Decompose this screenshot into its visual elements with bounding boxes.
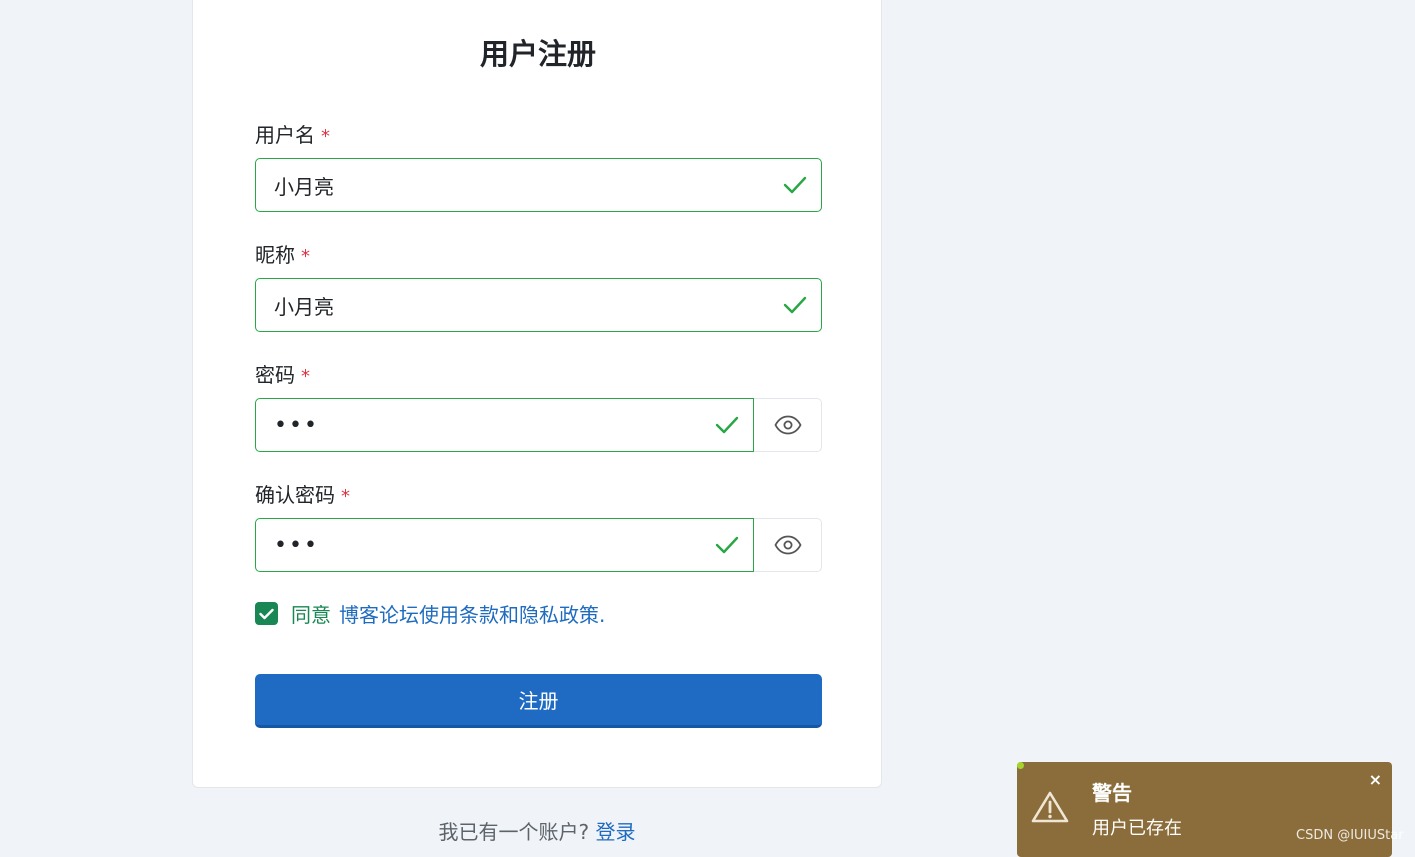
valid-check-icon (715, 536, 739, 554)
toggle-confirm-password-visibility-button[interactable] (754, 518, 822, 572)
password-label-text: 密码 (255, 363, 295, 387)
password-value: ••• (274, 412, 319, 438)
warning-triangle-icon (1031, 791, 1069, 823)
toggle-password-visibility-button[interactable] (754, 398, 822, 452)
password-label: 密码 * (255, 359, 310, 388)
checkmark-icon (259, 608, 274, 619)
eye-icon (773, 535, 802, 555)
nickname-label-text: 昵称 (255, 243, 295, 267)
valid-check-icon (783, 296, 807, 314)
toast-indicator-dot (1017, 762, 1024, 769)
register-button[interactable]: 注册 (255, 674, 822, 728)
username-label-text: 用户名 (255, 123, 315, 147)
nickname-input[interactable]: 小月亮 (255, 278, 822, 332)
terms-link[interactable]: 博客论坛使用条款和隐私政策. (339, 599, 605, 628)
agree-label: 同意 (291, 603, 331, 627)
required-mark: * (301, 246, 310, 267)
confirm-password-label: 确认密码 * (255, 479, 350, 508)
login-prompt: 我已有一个账户? 登录 (192, 816, 882, 845)
required-mark: * (321, 126, 330, 147)
toast-close-button[interactable]: × (1369, 770, 1382, 789)
required-mark: * (301, 366, 310, 387)
agree-checkbox[interactable] (255, 602, 278, 625)
confirm-password-input[interactable]: ••• (255, 518, 754, 572)
username-input[interactable]: 小月亮 (255, 158, 822, 212)
password-input[interactable]: ••• (255, 398, 754, 452)
login-link[interactable]: 登录 (595, 820, 635, 844)
nickname-label: 昵称 * (255, 239, 310, 268)
valid-check-icon (783, 176, 807, 194)
required-mark: * (341, 486, 350, 507)
username-value: 小月亮 (274, 174, 334, 199)
username-label: 用户名 * (255, 119, 330, 148)
toast-message: 用户已存在 (1092, 818, 1182, 839)
register-card: 用户注册 用户名 * 小月亮 昵称 * 小月亮 密码 * ••• 确认密码 * (192, 0, 882, 788)
have-account-text: 我已有一个账户? (438, 820, 590, 844)
agree-terms-row: 同意 博客论坛使用条款和隐私政策. (255, 599, 605, 628)
watermark: CSDN @IUIUStar (1296, 828, 1404, 843)
eye-icon (773, 415, 802, 435)
confirm-password-value: ••• (274, 532, 319, 558)
valid-check-icon (715, 416, 739, 434)
page-title: 用户注册 (479, 37, 596, 71)
toast-title: 警告 (1092, 781, 1132, 805)
nickname-value: 小月亮 (274, 294, 334, 319)
confirm-password-label-text: 确认密码 (255, 483, 335, 507)
